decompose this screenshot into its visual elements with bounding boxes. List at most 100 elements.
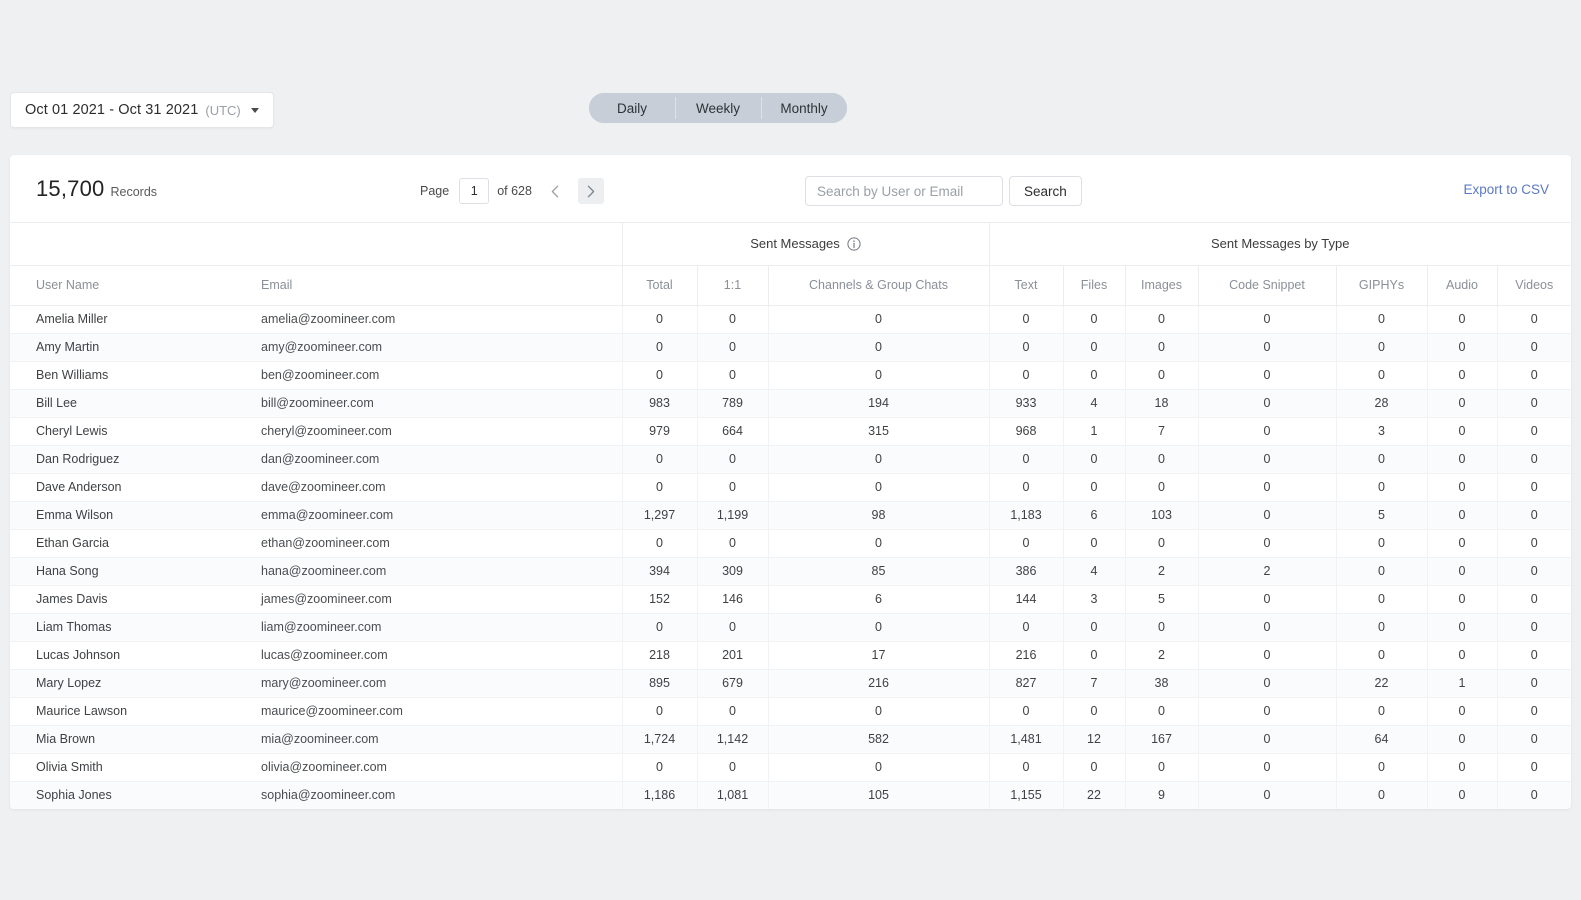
table-body: Amelia Milleramelia@zoomineer.com0000000… bbox=[10, 305, 1571, 809]
cell-email: olivia@zoomineer.com bbox=[244, 753, 622, 781]
cell-user-name: Dan Rodriguez bbox=[10, 445, 244, 473]
cell-email: amy@zoomineer.com bbox=[244, 333, 622, 361]
table-row: Mary Lopezmary@zoomineer.com895679216827… bbox=[10, 669, 1571, 697]
cell-images: 103 bbox=[1125, 501, 1198, 529]
page-total-label: of 628 bbox=[497, 184, 532, 198]
cell-channels-group-chats: 6 bbox=[768, 585, 989, 613]
cell-code-snippet: 0 bbox=[1198, 445, 1336, 473]
cell-videos: 0 bbox=[1497, 305, 1571, 333]
column-header-channels-group-chats[interactable]: Channels & Group Chats bbox=[768, 265, 989, 305]
cell-user-name: Hana Song bbox=[10, 557, 244, 585]
column-header-total[interactable]: Total bbox=[622, 265, 697, 305]
cell-videos: 0 bbox=[1497, 445, 1571, 473]
cell-email: maurice@zoomineer.com bbox=[244, 697, 622, 725]
cell-audio: 0 bbox=[1427, 725, 1497, 753]
column-header-audio[interactable]: Audio bbox=[1427, 265, 1497, 305]
top-control-bar: Oct 01 2021 - Oct 31 2021 (UTC) Daily We… bbox=[0, 0, 1581, 155]
cell-email: lucas@zoomineer.com bbox=[244, 641, 622, 669]
cell-user-name: Amy Martin bbox=[10, 333, 244, 361]
cell-channels-group-chats: 0 bbox=[768, 445, 989, 473]
page-number-input[interactable] bbox=[459, 178, 489, 204]
cell-total: 0 bbox=[622, 445, 697, 473]
tab-weekly[interactable]: Weekly bbox=[675, 93, 761, 123]
column-header-videos[interactable]: Videos bbox=[1497, 265, 1571, 305]
cell-text: 0 bbox=[989, 473, 1063, 501]
cell-images: 5 bbox=[1125, 585, 1198, 613]
cell-giphys: 0 bbox=[1336, 613, 1427, 641]
search-button[interactable]: Search bbox=[1009, 176, 1082, 206]
cell-giphys: 28 bbox=[1336, 389, 1427, 417]
cell-channels-group-chats: 315 bbox=[768, 417, 989, 445]
cell-audio: 0 bbox=[1427, 333, 1497, 361]
date-range-picker[interactable]: Oct 01 2021 - Oct 31 2021 (UTC) bbox=[10, 92, 274, 128]
cell-text: 144 bbox=[989, 585, 1063, 613]
cell-audio: 0 bbox=[1427, 529, 1497, 557]
cell-code-snippet: 0 bbox=[1198, 781, 1336, 809]
cell-user-name: Dave Anderson bbox=[10, 473, 244, 501]
info-circle-icon[interactable] bbox=[847, 237, 861, 251]
tab-monthly[interactable]: Monthly bbox=[761, 93, 847, 123]
cell-audio: 0 bbox=[1427, 557, 1497, 585]
table-header-row: User Name Email Total 1:1 Channels & Gro… bbox=[10, 265, 1571, 305]
cell-images: 38 bbox=[1125, 669, 1198, 697]
cell-code-snippet: 0 bbox=[1198, 641, 1336, 669]
cell-email: amelia@zoomineer.com bbox=[244, 305, 622, 333]
date-range-timezone: (UTC) bbox=[205, 103, 240, 118]
export-to-csv-link[interactable]: Export to CSV bbox=[1463, 182, 1549, 197]
cell-user-name: Ethan Garcia bbox=[10, 529, 244, 557]
group-header-sent-messages: Sent Messages bbox=[622, 223, 989, 265]
column-header-one-to-one[interactable]: 1:1 bbox=[697, 265, 768, 305]
cell-images: 2 bbox=[1125, 557, 1198, 585]
prev-page-button[interactable] bbox=[542, 178, 568, 204]
cell-giphys: 0 bbox=[1336, 473, 1427, 501]
cell-files: 4 bbox=[1063, 557, 1125, 585]
cell-user-name: Ben Williams bbox=[10, 361, 244, 389]
cell-total: 394 bbox=[622, 557, 697, 585]
cell-images: 0 bbox=[1125, 529, 1198, 557]
cell-total: 0 bbox=[622, 361, 697, 389]
cell-audio: 0 bbox=[1427, 753, 1497, 781]
cell-images: 2 bbox=[1125, 641, 1198, 669]
column-header-user-name[interactable]: User Name bbox=[10, 265, 244, 305]
table-row: Olivia Smitholivia@zoomineer.com00000000… bbox=[10, 753, 1571, 781]
table-row: Mia Brownmia@zoomineer.com1,7241,1425821… bbox=[10, 725, 1571, 753]
cell-user-name: Emma Wilson bbox=[10, 501, 244, 529]
cell-one-to-one: 1,142 bbox=[697, 725, 768, 753]
cell-total: 0 bbox=[622, 613, 697, 641]
cell-user-name: Olivia Smith bbox=[10, 753, 244, 781]
table-row: Sophia Jonessophia@zoomineer.com1,1861,0… bbox=[10, 781, 1571, 809]
cell-images: 0 bbox=[1125, 445, 1198, 473]
cell-one-to-one: 146 bbox=[697, 585, 768, 613]
tab-daily[interactable]: Daily bbox=[589, 93, 675, 123]
next-page-button[interactable] bbox=[578, 178, 604, 204]
cell-email: sophia@zoomineer.com bbox=[244, 781, 622, 809]
cell-code-snippet: 0 bbox=[1198, 697, 1336, 725]
cell-total: 0 bbox=[622, 529, 697, 557]
table-row: Lucas Johnsonlucas@zoomineer.com21820117… bbox=[10, 641, 1571, 669]
table-row: Amelia Milleramelia@zoomineer.com0000000… bbox=[10, 305, 1571, 333]
cell-text: 1,155 bbox=[989, 781, 1063, 809]
column-header-giphys[interactable]: GIPHYs bbox=[1336, 265, 1427, 305]
column-header-code-snippet[interactable]: Code Snippet bbox=[1198, 265, 1336, 305]
cell-giphys: 0 bbox=[1336, 557, 1427, 585]
cell-images: 0 bbox=[1125, 305, 1198, 333]
search-input[interactable] bbox=[805, 176, 1003, 206]
column-header-text[interactable]: Text bbox=[989, 265, 1063, 305]
cell-user-name: Mary Lopez bbox=[10, 669, 244, 697]
column-header-files[interactable]: Files bbox=[1063, 265, 1125, 305]
column-header-images[interactable]: Images bbox=[1125, 265, 1198, 305]
cell-user-name: Lucas Johnson bbox=[10, 641, 244, 669]
column-header-email[interactable]: Email bbox=[244, 265, 622, 305]
search-area: Search bbox=[805, 176, 1082, 206]
cell-files: 0 bbox=[1063, 697, 1125, 725]
cell-email: dan@zoomineer.com bbox=[244, 445, 622, 473]
cell-email: james@zoomineer.com bbox=[244, 585, 622, 613]
cell-one-to-one: 664 bbox=[697, 417, 768, 445]
cell-images: 18 bbox=[1125, 389, 1198, 417]
cell-videos: 0 bbox=[1497, 585, 1571, 613]
cell-images: 0 bbox=[1125, 361, 1198, 389]
tab-weekly-label: Weekly bbox=[696, 101, 740, 116]
cell-images: 7 bbox=[1125, 417, 1198, 445]
cell-channels-group-chats: 105 bbox=[768, 781, 989, 809]
cell-giphys: 3 bbox=[1336, 417, 1427, 445]
